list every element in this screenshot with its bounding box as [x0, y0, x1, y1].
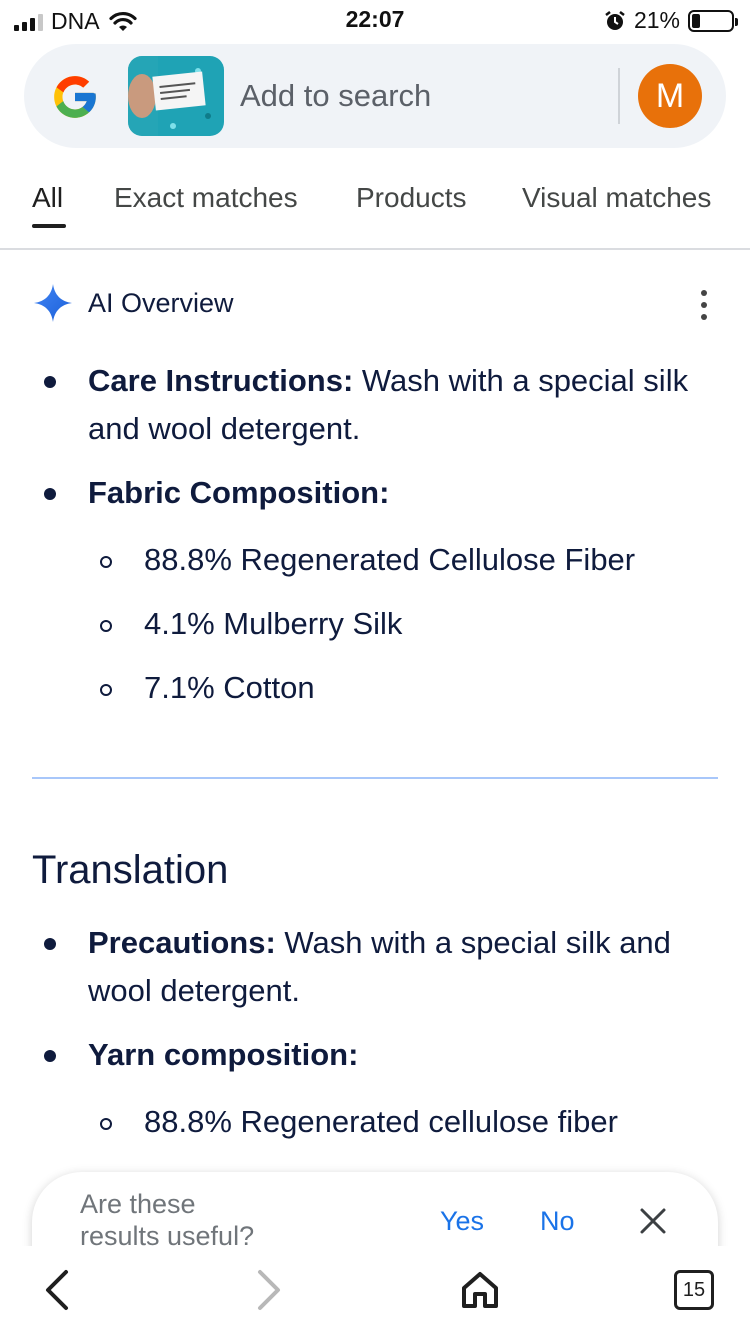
- sub-list-item: 4.1% Mulberry Silk: [144, 606, 403, 641]
- list-item-label: Precautions:: [88, 925, 276, 960]
- list-item-label: Fabric Composition:: [88, 475, 390, 510]
- battery-fill: [692, 13, 700, 28]
- sparkle-icon: [34, 284, 72, 322]
- feedback-question: Are these results useful?: [80, 1188, 380, 1252]
- sub-bullet-circle: [100, 620, 112, 632]
- back-icon[interactable]: [34, 1266, 82, 1314]
- tab-products[interactable]: Products: [356, 182, 467, 214]
- list-item-precautions: Precautions: Wash with a special silk an…: [88, 919, 671, 967]
- list-item-text: Wash with a special silk: [353, 363, 689, 398]
- section-divider: [32, 777, 718, 779]
- feedback-no-button[interactable]: No: [540, 1206, 575, 1237]
- list-item-label: Yarn composition:: [88, 1037, 359, 1072]
- list-item-text: Wash with a special silk and: [275, 925, 671, 960]
- search-image-thumbnail[interactable]: [128, 56, 224, 136]
- alarm-icon: [605, 10, 625, 30]
- sub-bullet-circle: [100, 1118, 112, 1130]
- tabs-count-button[interactable]: 15: [674, 1270, 714, 1310]
- forward-icon[interactable]: [244, 1266, 292, 1314]
- translation-heading: Translation: [32, 848, 229, 892]
- sub-list-item: 88.8% Regenerated Cellulose Fiber: [144, 542, 636, 577]
- search-input[interactable]: [240, 74, 600, 118]
- bullet-dot: [44, 488, 56, 500]
- tab-exact-matches[interactable]: Exact matches: [114, 182, 298, 214]
- bullet-dot: [44, 938, 56, 950]
- search-divider: [618, 68, 620, 124]
- list-item-fabric-composition: Fabric Composition:: [88, 469, 389, 517]
- avatar[interactable]: M: [638, 64, 702, 128]
- active-tab-indicator: [32, 224, 66, 228]
- tab-visual-matches[interactable]: Visual matches: [522, 182, 711, 214]
- search-bar[interactable]: M: [24, 44, 726, 148]
- bullet-dot: [44, 376, 56, 388]
- status-bar: DNA 22:07 21%: [0, 0, 750, 40]
- sub-bullet-circle: [100, 556, 112, 568]
- sub-list-item: 88.8% Regenerated cellulose fiber: [144, 1104, 618, 1139]
- bottom-toolbar: [0, 1246, 750, 1334]
- bullet-dot: [44, 1050, 56, 1062]
- battery-percent: 21%: [633, 7, 680, 33]
- list-item-text-continued: and wool detergent.: [88, 411, 361, 446]
- list-item-yarn-composition: Yarn composition:: [88, 1031, 358, 1079]
- tab-all[interactable]: All: [32, 182, 63, 214]
- list-item-label: Care Instructions:: [88, 363, 354, 398]
- ai-overview-header: AI Overview: [32, 282, 722, 326]
- home-icon[interactable]: [456, 1266, 504, 1314]
- sub-bullet-circle: [100, 684, 112, 696]
- list-item-text-continued: wool detergent.: [88, 973, 300, 1008]
- ai-overview-title: AI Overview: [88, 288, 234, 318]
- list-item-care-instructions: Care Instructions: Wash with a special s…: [88, 357, 688, 405]
- status-right: 21%: [604, 7, 738, 34]
- google-g-icon[interactable]: [50, 72, 100, 122]
- search-tabs: All Exact matches Products Visual matche…: [0, 160, 750, 250]
- feedback-question-line: Are these: [80, 1189, 196, 1219]
- more-options-icon[interactable]: [696, 290, 712, 320]
- battery-icon: [688, 9, 738, 32]
- close-icon[interactable]: [636, 1204, 670, 1238]
- feedback-yes-button[interactable]: Yes: [440, 1206, 484, 1237]
- sub-list-item: 7.1% Cotton: [144, 670, 315, 705]
